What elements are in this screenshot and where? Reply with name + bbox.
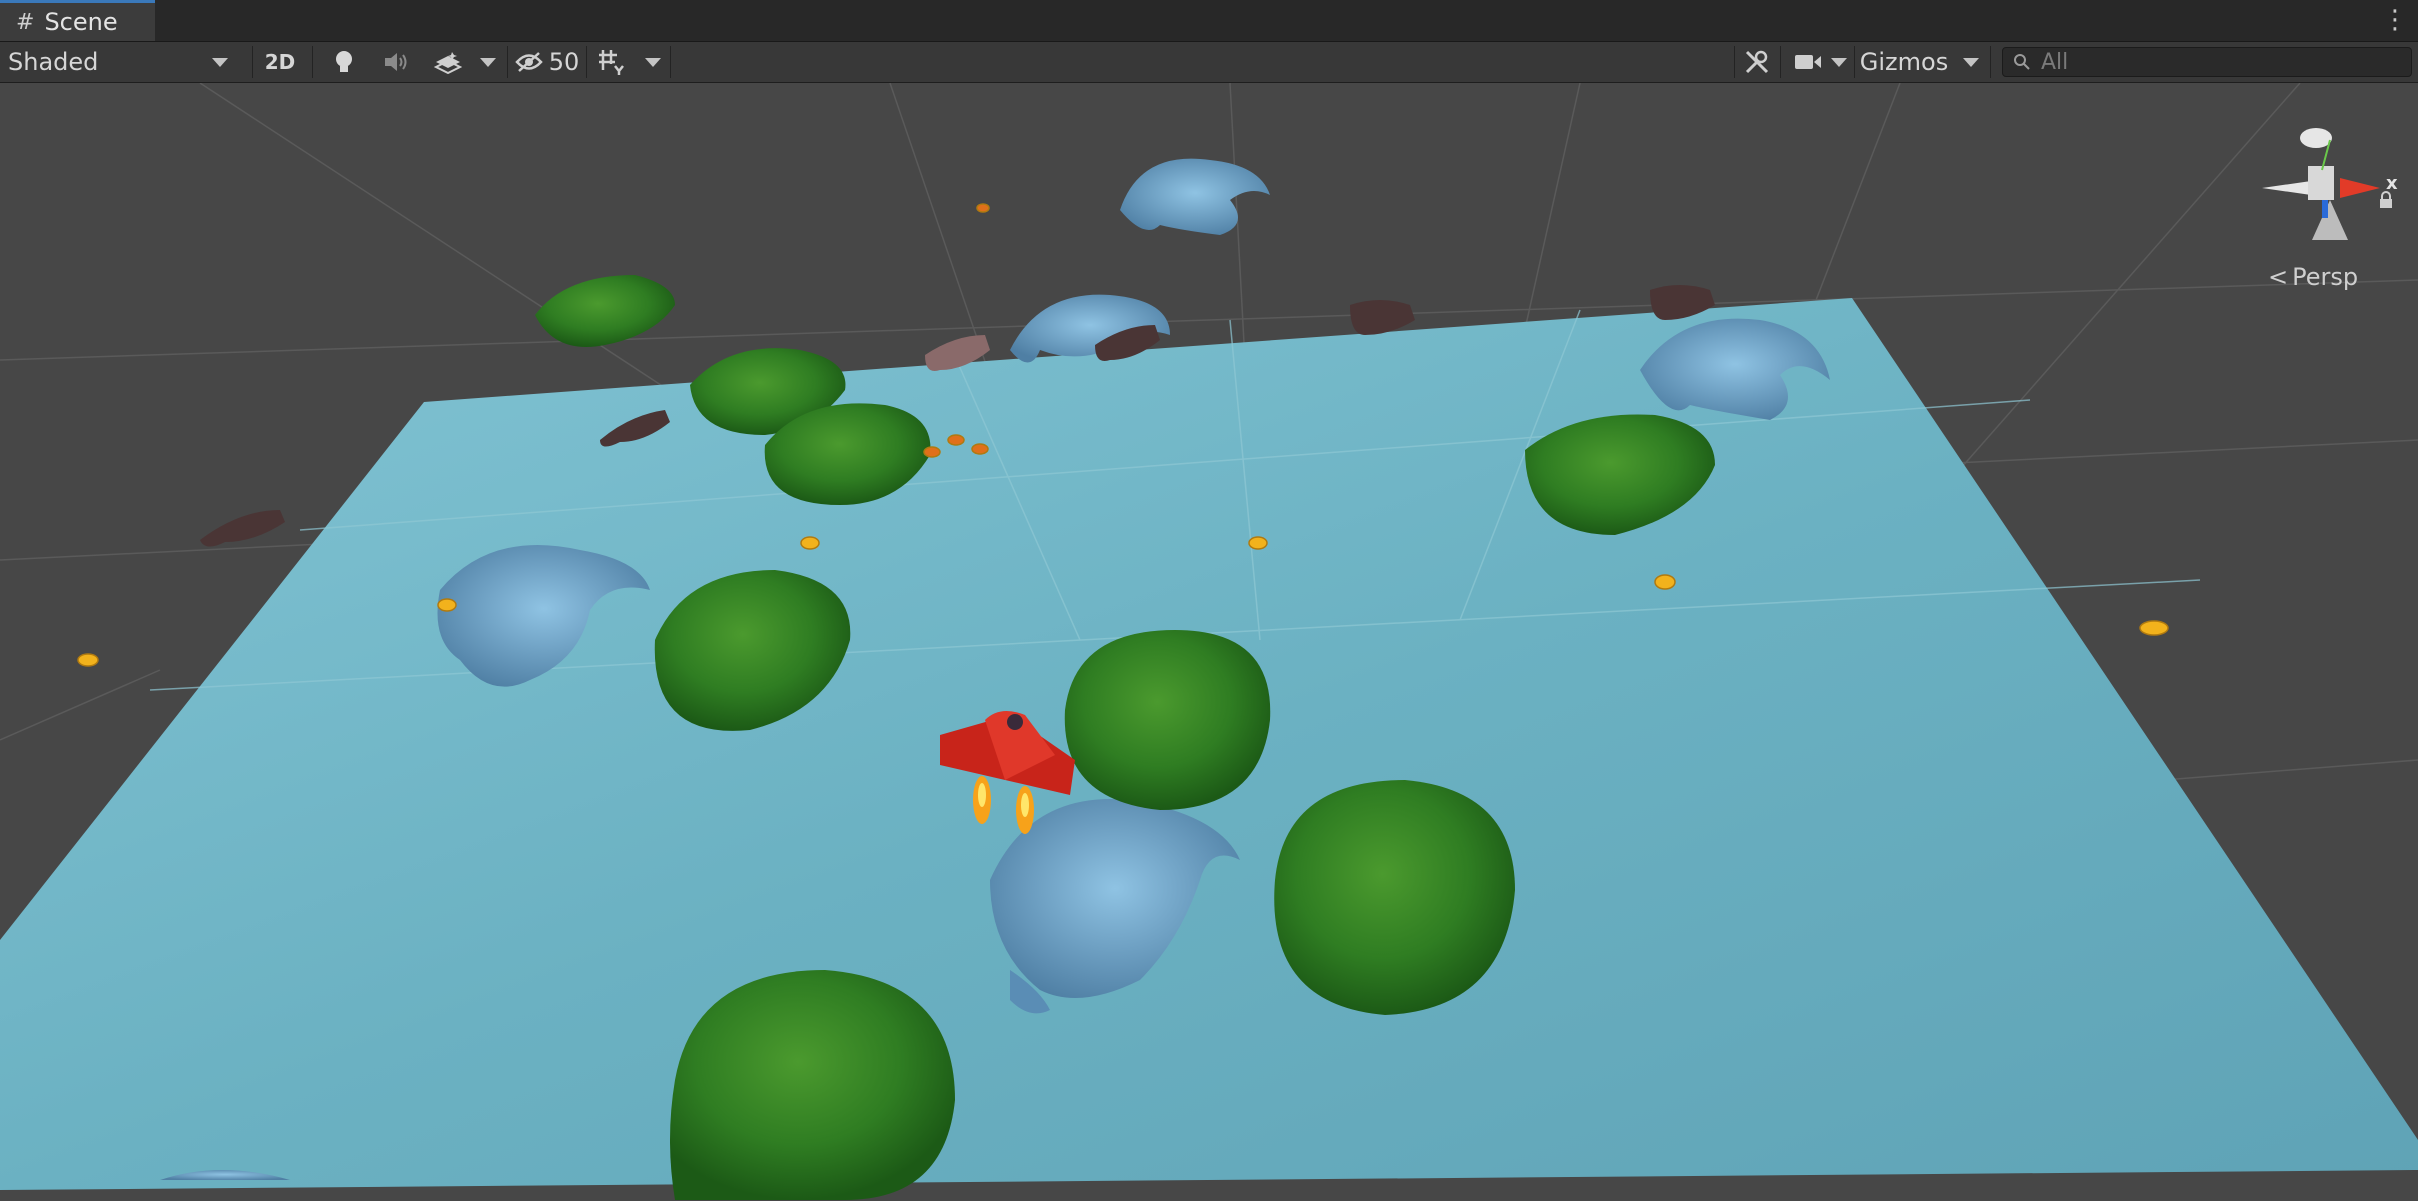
search-input[interactable] [2039, 48, 2383, 76]
lightbulb-icon [336, 51, 352, 72]
hidden-count: 50 [548, 48, 580, 76]
grid-toggle-button[interactable] [592, 42, 632, 82]
gizmos-button[interactable]: Gizmos [1860, 42, 1948, 82]
tab-scene[interactable]: # Scene [0, 0, 155, 41]
camera-dropdown[interactable] [1826, 42, 1852, 82]
chevron-down-icon [645, 57, 661, 67]
eye-slash-icon [515, 52, 543, 72]
gizmos-label: Gizmos [1859, 48, 1949, 76]
shading-mode-label: Shaded [8, 48, 99, 76]
audio-toggle-button[interactable] [374, 42, 418, 82]
speaker-icon [385, 53, 407, 71]
effects-dropdown[interactable] [475, 42, 501, 82]
chevron-left-icon: < [2268, 263, 2289, 291]
toggle-2d-button[interactable]: 2D [258, 42, 302, 82]
scene-grid-icon: # [16, 9, 35, 35]
scene-viewport[interactable]: x < Persp [0, 83, 2418, 1201]
tab-scene-label: Scene [44, 8, 118, 36]
scene-toolbar: Shaded 2D 50 Gizmos [0, 42, 2418, 83]
effects-toggle-button[interactable] [426, 42, 470, 82]
projection-toggle[interactable]: < Persp [2268, 263, 2358, 291]
shading-mode-dropdown[interactable]: Shaded [0, 42, 240, 82]
lighting-toggle-button[interactable] [322, 42, 366, 82]
wrench-tools-icon [1745, 50, 1769, 74]
layers-effects-icon [434, 52, 462, 74]
camera-settings-button[interactable] [1788, 42, 1828, 82]
scene-tab-bar: # Scene ⋮ [0, 0, 2418, 42]
chevron-down-icon [1963, 57, 1979, 67]
chevron-down-icon [212, 57, 228, 67]
camera-icon [1795, 55, 1821, 69]
more-options-icon[interactable]: ⋮ [2382, 6, 2408, 34]
hierarchy-search[interactable] [2002, 47, 2412, 77]
chevron-down-icon [1831, 57, 1847, 67]
tools-button[interactable] [1740, 42, 1774, 82]
chevron-down-icon [480, 57, 496, 67]
grid-axis-icon [599, 50, 624, 75]
gizmos-dropdown[interactable] [1958, 42, 1984, 82]
hidden-objects-toggle[interactable]: 50 [514, 42, 580, 82]
lock-icon[interactable] [2378, 191, 2394, 213]
search-icon [2014, 54, 2030, 70]
projection-label: Persp [2292, 263, 2359, 291]
scene-render[interactable] [0, 83, 2418, 1201]
toggle-2d-label: 2D [264, 50, 296, 74]
axis-x-label: x [2386, 173, 2398, 194]
grid-dropdown[interactable] [640, 42, 666, 82]
